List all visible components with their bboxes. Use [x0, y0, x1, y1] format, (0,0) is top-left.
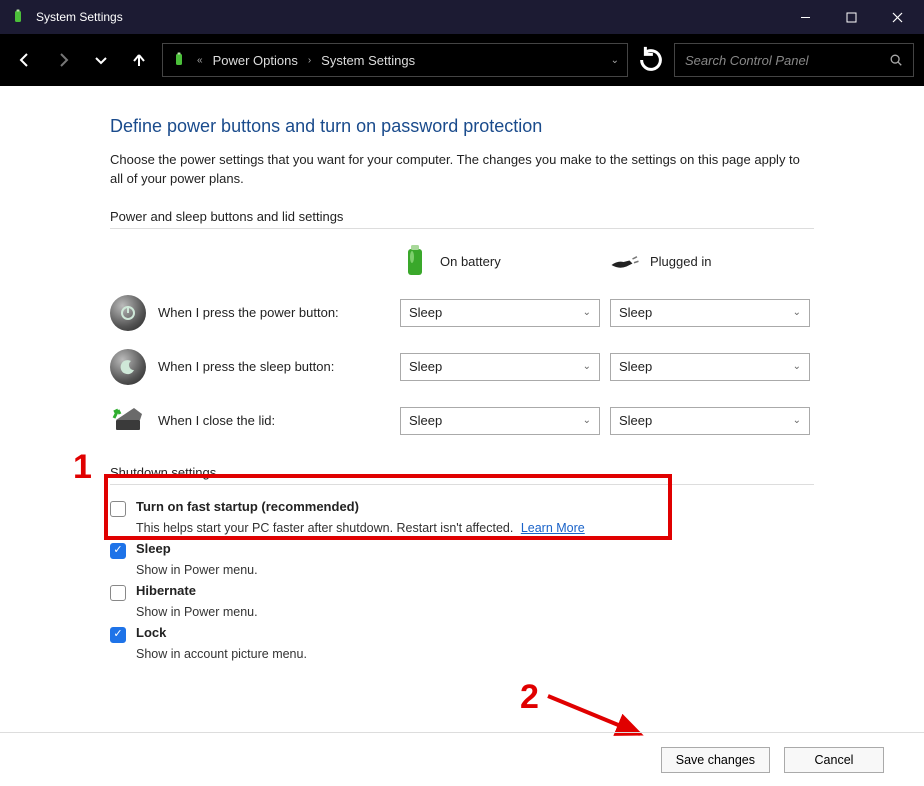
- footer-bar: Save changes Cancel: [0, 732, 924, 786]
- maximize-button[interactable]: [828, 0, 874, 34]
- sleep-plugged-select[interactable]: Sleep⌄: [610, 353, 810, 381]
- breadcrumb[interactable]: « Power Options › System Settings ⌄: [162, 43, 628, 77]
- power-button-icon: [110, 295, 146, 331]
- chevron-down-icon: ⌄: [583, 307, 591, 318]
- fast-startup-checkbox[interactable]: [110, 501, 126, 517]
- search-placeholder: Search Control Panel: [685, 53, 881, 68]
- col-battery-label: On battery: [440, 254, 501, 269]
- sleep-checkbox[interactable]: [110, 543, 126, 559]
- sleep-button-icon: [110, 349, 146, 385]
- annotation-number-1: 1: [73, 448, 92, 487]
- chevron-down-icon: ⌄: [793, 415, 801, 426]
- lid-icon: [110, 403, 146, 439]
- search-icon: [889, 53, 903, 67]
- page-heading: Define power buttons and turn on passwor…: [110, 116, 814, 137]
- breadcrumb-level-2[interactable]: System Settings: [321, 53, 415, 68]
- window-title: System Settings: [36, 10, 782, 24]
- battery-icon: [171, 52, 187, 68]
- col-plugged-label: Plugged in: [650, 254, 711, 269]
- title-bar: System Settings: [0, 0, 924, 34]
- content-area: Define power buttons and turn on passwor…: [0, 86, 924, 661]
- sleep-battery-select[interactable]: Sleep⌄: [400, 353, 600, 381]
- chevron-down-icon[interactable]: ⌄: [611, 55, 619, 66]
- app-icon: [10, 9, 26, 25]
- fast-startup-label: Turn on fast startup (recommended): [136, 499, 359, 514]
- forward-button[interactable]: [48, 45, 78, 75]
- row-power-label: When I press the power button:: [158, 305, 339, 320]
- annotation-number-2: 2: [520, 678, 539, 717]
- hibernate-checkbox[interactable]: [110, 585, 126, 601]
- fast-startup-sub: This helps start your PC faster after sh…: [136, 521, 513, 535]
- sleep-option-label: Sleep: [136, 541, 171, 556]
- close-button[interactable]: [874, 0, 920, 34]
- hibernate-option-label: Hibernate: [136, 583, 196, 598]
- save-button[interactable]: Save changes: [661, 747, 770, 773]
- battery-icon: [400, 243, 430, 281]
- chevron-down-icon: ⌄: [583, 415, 591, 426]
- lock-checkbox[interactable]: [110, 627, 126, 643]
- back-button[interactable]: [10, 45, 40, 75]
- chevron-right-icon: ›: [308, 55, 311, 66]
- power-plugged-select[interactable]: Sleep⌄: [610, 299, 810, 327]
- hibernate-option-sub: Show in Power menu.: [136, 605, 814, 619]
- power-battery-select[interactable]: Sleep⌄: [400, 299, 600, 327]
- section-buttons-heading: Power and sleep buttons and lid settings: [110, 209, 814, 229]
- sleep-option-sub: Show in Power menu.: [136, 563, 814, 577]
- breadcrumb-level-1[interactable]: Power Options: [213, 53, 298, 68]
- row-sleep-label: When I press the sleep button:: [158, 359, 334, 374]
- up-button[interactable]: [124, 45, 154, 75]
- lock-option-label: Lock: [136, 625, 166, 640]
- refresh-button[interactable]: [636, 45, 666, 75]
- lid-battery-select[interactable]: Sleep⌄: [400, 407, 600, 435]
- chevron-down-icon: ⌄: [793, 307, 801, 318]
- chevron-down-icon: ⌄: [583, 361, 591, 372]
- chevron-left-icon: «: [197, 55, 203, 66]
- chevron-down-icon: ⌄: [793, 361, 801, 372]
- learn-more-link[interactable]: Learn More: [521, 521, 585, 535]
- navigation-bar: « Power Options › System Settings ⌄ Sear…: [0, 34, 924, 86]
- minimize-button[interactable]: [782, 0, 828, 34]
- plug-icon: [610, 243, 640, 281]
- search-input[interactable]: Search Control Panel: [674, 43, 914, 77]
- history-dropdown[interactable]: [86, 45, 116, 75]
- cancel-button[interactable]: Cancel: [784, 747, 884, 773]
- lock-option-sub: Show in account picture menu.: [136, 647, 814, 661]
- row-lid-label: When I close the lid:: [158, 413, 275, 428]
- page-description: Choose the power settings that you want …: [110, 151, 814, 189]
- section-shutdown-heading: Shutdown settings: [110, 465, 814, 485]
- lid-plugged-select[interactable]: Sleep⌄: [610, 407, 810, 435]
